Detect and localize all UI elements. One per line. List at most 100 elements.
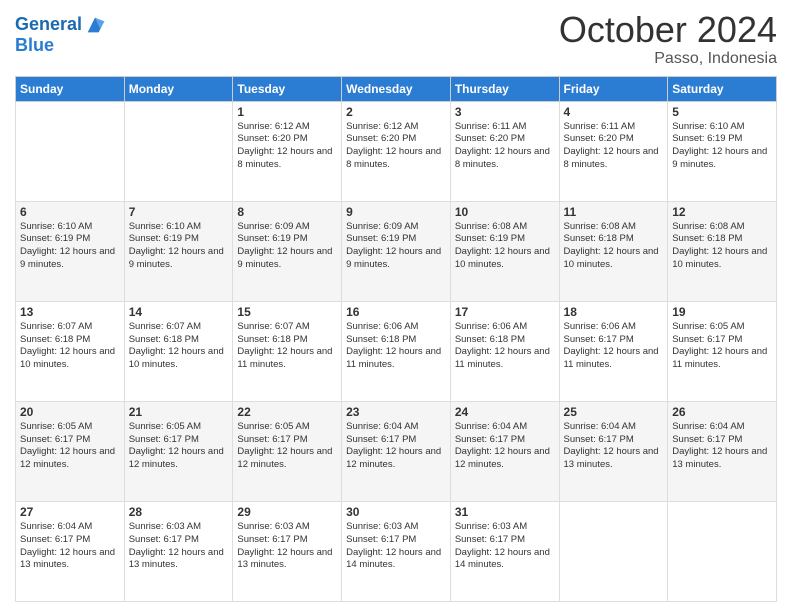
- week-row-1: 1Sunrise: 6:12 AM Sunset: 6:20 PM Daylig…: [16, 101, 777, 201]
- page: General Blue October 2024 Passo, Indones…: [0, 0, 792, 612]
- day-number: 26: [672, 405, 772, 419]
- day-number: 9: [346, 205, 446, 219]
- day-number: 3: [455, 105, 555, 119]
- title-block: October 2024 Passo, Indonesia: [559, 10, 777, 68]
- day-info: Sunrise: 6:11 AM Sunset: 6:20 PM Dayligh…: [455, 121, 555, 172]
- day-info: Sunrise: 6:04 AM Sunset: 6:17 PM Dayligh…: [455, 421, 555, 472]
- calendar-cell: 16Sunrise: 6:06 AM Sunset: 6:18 PM Dayli…: [342, 301, 451, 401]
- calendar-cell: 17 Sunrise: 6:06 AM Sunset: 6:18 PM Dayli…: [450, 301, 559, 401]
- day-info: Sunrise: 6:05 AM Sunset: 6:17 PM Dayligh…: [129, 421, 229, 472]
- calendar-cell: 9 Sunrise: 6:09 AM Sunset: 6:19 PM Daylig…: [342, 201, 451, 301]
- day-info: Sunrise: 6:06 AM Sunset: 6:18 PM Dayligh…: [455, 321, 555, 372]
- calendar-cell: 27 Sunrise: 6:04 AM Sunset: 6:17 PM Dayli…: [16, 501, 125, 601]
- day-info: Sunrise: 6:10 AM Sunset: 6:19 PM Dayligh…: [129, 221, 229, 272]
- day-info: Sunrise: 6:03 AM Sunset: 6:17 PM Dayligh…: [129, 521, 229, 572]
- day-number: 6: [20, 205, 120, 219]
- day-info: Sunrise: 6:12 AM Sunset: 6:20 PM Dayligh…: [346, 121, 446, 172]
- day-number: 17: [455, 305, 555, 319]
- day-info: Sunrise: 6:07 AM Sunset: 6:18 PM Dayligh…: [129, 321, 229, 372]
- calendar-cell: 20Sunrise: 6:05 AM Sunset: 6:17 PM Dayli…: [16, 401, 125, 501]
- calendar-cell: 4 Sunrise: 6:11 AM Sunset: 6:20 PM Daylig…: [559, 101, 668, 201]
- calendar-cell: 12 Sunrise: 6:08 AM Sunset: 6:18 PM Dayli…: [668, 201, 777, 301]
- day-number: 28: [129, 505, 229, 519]
- calendar-cell: 24Sunrise: 6:04 AM Sunset: 6:17 PM Dayli…: [450, 401, 559, 501]
- calendar-cell: 6Sunrise: 6:10 AM Sunset: 6:19 PM Daylig…: [16, 201, 125, 301]
- calendar-cell: 15 Sunrise: 6:07 AM Sunset: 6:18 PM Dayli…: [233, 301, 342, 401]
- day-info: Sunrise: 6:09 AM Sunset: 6:19 PM Dayligh…: [237, 221, 337, 272]
- week-row-4: 20Sunrise: 6:05 AM Sunset: 6:17 PM Dayli…: [16, 401, 777, 501]
- calendar-cell: 22 Sunrise: 6:05 AM Sunset: 6:17 PM Dayli…: [233, 401, 342, 501]
- calendar-cell: 7 Sunrise: 6:10 AM Sunset: 6:19 PM Daylig…: [124, 201, 233, 301]
- day-info: Sunrise: 6:10 AM Sunset: 6:19 PM Dayligh…: [672, 121, 772, 172]
- calendar-cell: [124, 101, 233, 201]
- calendar-header-tuesday: Tuesday: [233, 76, 342, 101]
- calendar-cell: 3 Sunrise: 6:11 AM Sunset: 6:20 PM Daylig…: [450, 101, 559, 201]
- week-row-2: 6 Sunrise: 6:10 AM Sunset: 6:19 PM Daylig…: [16, 201, 777, 301]
- calendar-cell: 11 Sunrise: 6:08 AM Sunset: 6:18 PM Dayli…: [559, 201, 668, 301]
- day-number: 27: [20, 505, 120, 519]
- calendar-cell: 21Sunrise: 6:05 AM Sunset: 6:17 PM Dayli…: [124, 401, 233, 501]
- day-number: 22: [237, 405, 337, 419]
- calendar-cell: 28 Sunrise: 6:03 AM Sunset: 6:17 PM Dayli…: [124, 501, 233, 601]
- day-info: Sunrise: 6:06 AM Sunset: 6:17 PM Dayligh…: [564, 321, 664, 372]
- day-info: Sunrise: 6:12 AM Sunset: 6:20 PM Dayligh…: [237, 121, 337, 172]
- month-title: October 2024: [559, 10, 777, 50]
- day-number: 25: [564, 405, 664, 419]
- calendar-cell: 2 Sunrise: 6:12 AM Sunset: 6:20 PM Daylig…: [342, 101, 451, 201]
- day-number: 23: [346, 405, 446, 419]
- day-info: Sunrise: 6:04 AM Sunset: 6:17 PM Dayligh…: [20, 521, 120, 572]
- day-info: Sunrise: 6:04 AM Sunset: 6:17 PM Dayligh…: [346, 421, 446, 472]
- day-number: 19: [672, 305, 772, 319]
- calendar-cell: 18 Sunrise: 6:06 AM Sunset: 6:17 PM Dayli…: [559, 301, 668, 401]
- day-info: Sunrise: 6:09 AM Sunset: 6:19 PM Dayligh…: [346, 221, 446, 272]
- day-info: Sunrise: 6:08 AM Sunset: 6:18 PM Dayligh…: [672, 221, 772, 272]
- day-info: Sunrise: 6:03 AM Sunset: 6:17 PM Dayligh…: [346, 521, 446, 572]
- week-row-3: 13 Sunrise: 6:07 AM Sunset: 6:18 PM Dayli…: [16, 301, 777, 401]
- day-info: Sunrise: 6:07 AM Sunset: 6:18 PM Dayligh…: [20, 321, 120, 372]
- calendar-cell: 26Sunrise: 6:04 AM Sunset: 6:17 PM Dayli…: [668, 401, 777, 501]
- calendar-header-sunday: Sunday: [16, 76, 125, 101]
- day-number: 14: [129, 305, 229, 319]
- day-number: 12: [672, 205, 772, 219]
- week-row-5: 27 Sunrise: 6:04 AM Sunset: 6:17 PM Dayli…: [16, 501, 777, 601]
- day-number: 4: [564, 105, 664, 119]
- calendar-cell: 10Sunrise: 6:08 AM Sunset: 6:19 PM Dayli…: [450, 201, 559, 301]
- day-number: 2: [346, 105, 446, 119]
- calendar-cell: [16, 101, 125, 201]
- calendar-cell: 13 Sunrise: 6:07 AM Sunset: 6:18 PM Dayli…: [16, 301, 125, 401]
- location-title: Passo, Indonesia: [559, 50, 777, 68]
- day-number: 30: [346, 505, 446, 519]
- calendar-cell: 19 Sunrise: 6:05 AM Sunset: 6:17 PM Dayli…: [668, 301, 777, 401]
- day-number: 16: [346, 305, 446, 319]
- day-info: Sunrise: 6:03 AM Sunset: 6:17 PM Dayligh…: [237, 521, 337, 572]
- day-number: 7: [129, 205, 229, 219]
- calendar-cell: 14 Sunrise: 6:07 AM Sunset: 6:18 PM Dayli…: [124, 301, 233, 401]
- day-number: 18: [564, 305, 664, 319]
- logo-text: General: [15, 15, 82, 35]
- day-number: 11: [564, 205, 664, 219]
- day-info: Sunrise: 6:04 AM Sunset: 6:17 PM Dayligh…: [564, 421, 664, 472]
- day-info: Sunrise: 6:05 AM Sunset: 6:17 PM Dayligh…: [672, 321, 772, 372]
- calendar-cell: 8Sunrise: 6:09 AM Sunset: 6:19 PM Daylig…: [233, 201, 342, 301]
- calendar-cell: [559, 501, 668, 601]
- logo-text2: Blue: [15, 36, 106, 56]
- header: General Blue October 2024 Passo, Indones…: [15, 10, 777, 68]
- day-number: 13: [20, 305, 120, 319]
- day-info: Sunrise: 6:07 AM Sunset: 6:18 PM Dayligh…: [237, 321, 337, 372]
- calendar-cell: 1Sunrise: 6:12 AM Sunset: 6:20 PM Daylig…: [233, 101, 342, 201]
- day-number: 31: [455, 505, 555, 519]
- day-number: 15: [237, 305, 337, 319]
- day-info: Sunrise: 6:11 AM Sunset: 6:20 PM Dayligh…: [564, 121, 664, 172]
- day-info: Sunrise: 6:05 AM Sunset: 6:17 PM Dayligh…: [237, 421, 337, 472]
- logo: General Blue: [15, 14, 106, 56]
- day-info: Sunrise: 6:08 AM Sunset: 6:18 PM Dayligh…: [564, 221, 664, 272]
- calendar-header-thursday: Thursday: [450, 76, 559, 101]
- calendar-cell: 25 Sunrise: 6:04 AM Sunset: 6:17 PM Dayli…: [559, 401, 668, 501]
- day-info: Sunrise: 6:05 AM Sunset: 6:17 PM Dayligh…: [20, 421, 120, 472]
- day-info: Sunrise: 6:08 AM Sunset: 6:19 PM Dayligh…: [455, 221, 555, 272]
- calendar-cell: 30 Sunrise: 6:03 AM Sunset: 6:17 PM Dayli…: [342, 501, 451, 601]
- calendar-header-friday: Friday: [559, 76, 668, 101]
- day-number: 29: [237, 505, 337, 519]
- calendar-cell: [668, 501, 777, 601]
- calendar-header-monday: Monday: [124, 76, 233, 101]
